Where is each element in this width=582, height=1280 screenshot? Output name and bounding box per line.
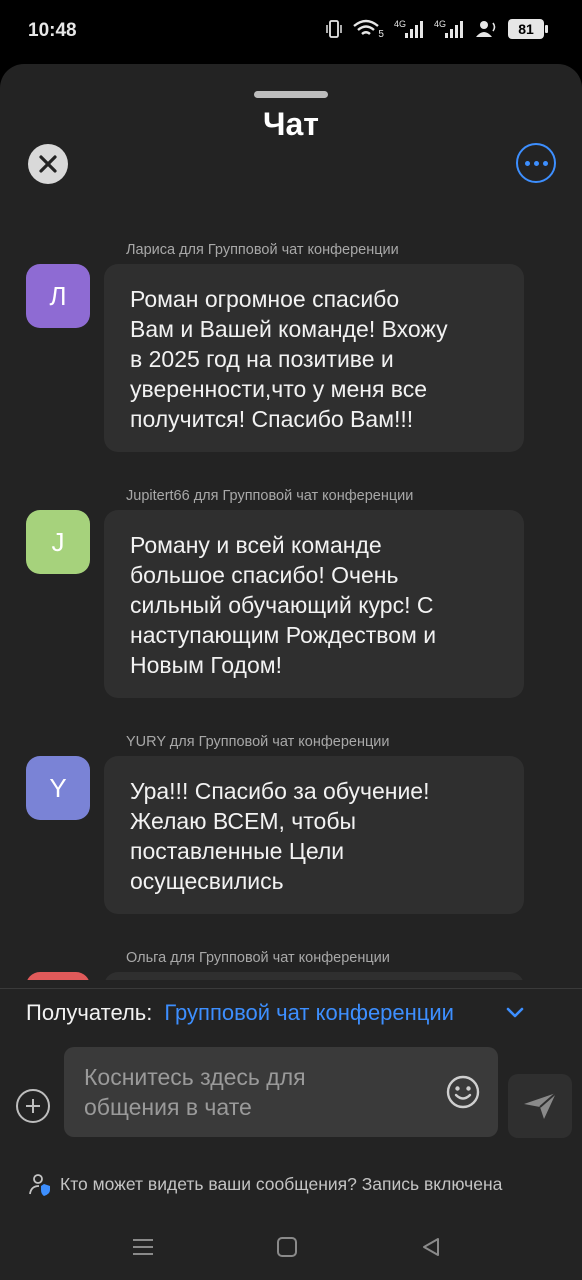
close-icon	[39, 155, 57, 173]
close-button[interactable]	[28, 144, 68, 184]
message-line: Желаю ВСЕМ, чтобы	[130, 808, 357, 834]
message-list[interactable]: Лариса для Групповой чат конференции Л Р…	[0, 224, 582, 980]
message-line: Новым Годом!	[130, 652, 282, 678]
nav-menu-button[interactable]	[128, 1232, 158, 1262]
message-line: в 2025 год на позитиве и	[130, 346, 394, 372]
message-bubble: Роман огромное спасибо Вам и Вашей коман…	[104, 264, 524, 452]
message-line: Роману и всей команде	[130, 532, 382, 558]
status-bar: 10:48 5 4G 4G 81	[0, 0, 582, 64]
avatar[interactable]	[26, 972, 90, 980]
privacy-text: Кто может видеть ваши сообщения? Запись …	[60, 1173, 503, 1194]
message-sender: Лариса для Групповой чат конференции	[126, 242, 399, 258]
back-triangle-icon	[423, 1238, 439, 1256]
message-line: большое спасибо! Очень	[130, 562, 399, 588]
send-icon	[524, 1092, 557, 1119]
home-square-icon	[277, 1237, 297, 1257]
message-bubble: Ура!!! Спасибо за обучение! Желаю ВСЕМ, …	[104, 756, 524, 914]
avatar[interactable]: Л	[26, 264, 90, 328]
message-line: Ура!!! Спасибо за обучение!	[130, 778, 430, 804]
nav-home-button[interactable]	[272, 1232, 302, 1262]
signal-icon-2	[445, 21, 463, 38]
privacy-link[interactable]: Кто может видеть ваши сообщения? Запись …	[28, 1172, 502, 1196]
message-line: осущесвились	[130, 868, 284, 894]
nav-back-button[interactable]	[416, 1232, 446, 1262]
message-line: Вам и Вашей команде! Вхожу	[130, 316, 448, 342]
vibrate-icon	[326, 20, 343, 38]
send-button[interactable]	[508, 1074, 572, 1138]
message-sender: YURY для Групповой чат конференции	[126, 734, 390, 750]
message-bubble: Роману и всей команде большое спасибо! О…	[104, 510, 524, 698]
message-line: сильный обучающий курс! С	[130, 592, 434, 618]
chat-input-placeholder: Коснитесь здесь для общения в чате	[84, 1064, 306, 1120]
status-time: 10:48	[28, 20, 77, 41]
sheet-grabber-handle[interactable]	[254, 91, 328, 98]
message-line: Роман огромное спасибо	[130, 286, 400, 312]
battery-indicator: 81	[508, 19, 548, 39]
menu-icon	[133, 1239, 153, 1255]
page-title: Чат	[263, 106, 319, 142]
more-options-icon-dot	[533, 160, 539, 166]
message-line: наступающим Рождеством и	[130, 622, 437, 648]
avatar-letter: Y	[49, 772, 67, 803]
person-shield-icon	[29, 1174, 50, 1196]
recipient-label: Получатель:	[26, 1000, 153, 1025]
avatar-letter: Л	[49, 280, 67, 311]
divider	[0, 988, 582, 989]
add-icon	[26, 1099, 40, 1113]
chat-sheet: Чат Лариса для Групповой чат конференции…	[0, 64, 582, 1280]
more-options-icon-dot	[524, 160, 530, 166]
avatar-letter: J	[51, 526, 65, 557]
recipient-selector[interactable]: Получатель: Групповой чат конференции	[26, 1000, 524, 1026]
status-icons: 5 4G 4G 81	[326, 18, 548, 40]
chevron-down-icon[interactable]	[506, 1007, 524, 1019]
hotspot-user-icon	[476, 21, 496, 37]
more-options-icon-dot	[542, 160, 548, 166]
avatar[interactable]: Y	[26, 756, 90, 820]
recipient-value[interactable]: Групповой чат конференции	[164, 1000, 498, 1026]
wifi-badge: 5	[378, 28, 384, 40]
message-sender: Ольга для Групповой чат конференции	[126, 950, 390, 966]
message-line: получится! Спасибо Вам!!!	[130, 406, 414, 432]
signal-icon-1	[404, 21, 423, 38]
chat-message-input[interactable]: Коснитесь здесь для общения в чате	[64, 1047, 498, 1137]
more-options-button[interactable]	[516, 143, 556, 183]
wifi-icon	[353, 19, 380, 35]
message-line: уверенности,что у меня все	[130, 376, 428, 402]
message-sender: Jupitert66 для Групповой чат конференции	[126, 488, 414, 504]
message-line: поставленные Цели	[130, 838, 345, 864]
emoji-icon[interactable]	[446, 1075, 480, 1109]
system-navigation-bar	[0, 1220, 582, 1280]
add-button[interactable]	[16, 1089, 50, 1123]
message-bubble	[104, 972, 524, 980]
avatar[interactable]: J	[26, 510, 90, 574]
